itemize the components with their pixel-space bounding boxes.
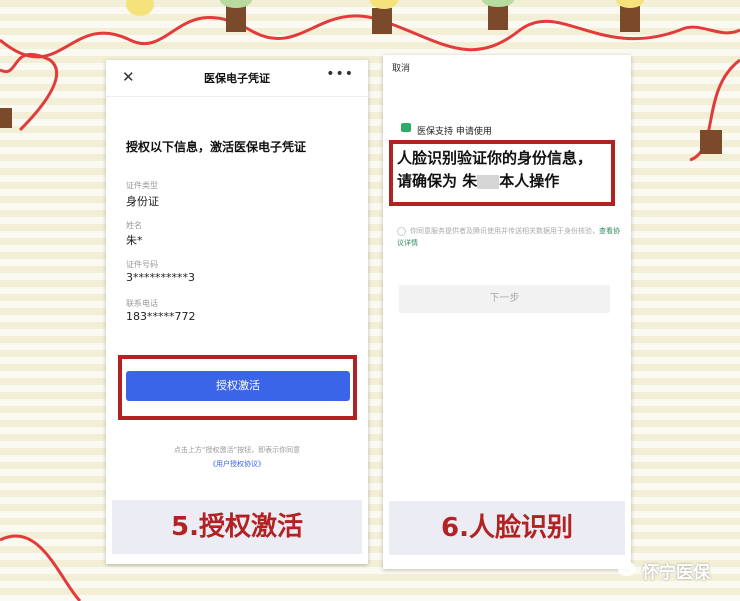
watermark-text: 怀宁医保 xyxy=(642,563,710,583)
id-number-label: 证件号码 xyxy=(126,260,158,269)
face-recognition-screen: 取消 医保支持 申请使用 人脸识别验证你的身份信息， 请确保为 朱 本人操作 你同… xyxy=(383,55,631,569)
medical-support-icon xyxy=(401,123,411,132)
step-banner-6: 6.人脸识别 xyxy=(389,501,625,555)
id-type-value: 身份证 xyxy=(126,195,159,208)
wechat-logo-icon xyxy=(618,562,636,576)
consent-row: 你同意服务提供者及腾讯使用并传送相关数据用于身份核验，查看协议详情 xyxy=(397,225,623,249)
activate-button[interactable]: 授权激活 xyxy=(126,371,350,401)
phone-value: 183*****772 xyxy=(126,310,196,323)
activation-screen: ✕ 医保电子凭证 ••• 授权以下信息，激活医保电子凭证 证件类型 身份证 姓名… xyxy=(106,60,368,564)
support-text: 医保支持 申请使用 xyxy=(417,127,492,137)
face-instruction-line1: 人脸识别验证你的身份信息， xyxy=(397,149,593,167)
id-type-label: 证件类型 xyxy=(126,181,158,190)
face-instruction-line2-a: 请确保为 朱 xyxy=(397,172,478,190)
authorize-heading: 授权以下信息，激活医保电子凭证 xyxy=(126,140,307,154)
face-instruction-line2: 请确保为 朱 本人操作 xyxy=(397,170,559,193)
cancel-link[interactable]: 取消 xyxy=(392,61,410,74)
more-icon[interactable]: ••• xyxy=(326,66,354,82)
consent-text: 你同意服务提供者及腾讯使用并传送相关数据用于身份核验， xyxy=(410,227,599,235)
id-number-value: 3**********3 xyxy=(126,271,195,284)
redacted-name-block xyxy=(477,174,500,189)
step-banner-5: 5.授权激活 xyxy=(112,500,362,554)
phone-label: 联系电话 xyxy=(126,299,158,308)
name-value: 朱* xyxy=(126,234,143,247)
agreement-text: 点击上方“授权激活”按钮，即表示你同意 xyxy=(173,446,301,454)
consent-radio[interactable] xyxy=(397,226,406,236)
next-step-button[interactable]: 下一步 xyxy=(399,285,610,313)
agreement-link[interactable]: 《用户授权协议》 xyxy=(106,459,368,469)
top-bar: ✕ 医保电子凭证 ••• xyxy=(106,60,368,97)
name-label: 姓名 xyxy=(126,221,142,230)
face-instruction-line2-b: 本人操作 xyxy=(499,172,560,190)
